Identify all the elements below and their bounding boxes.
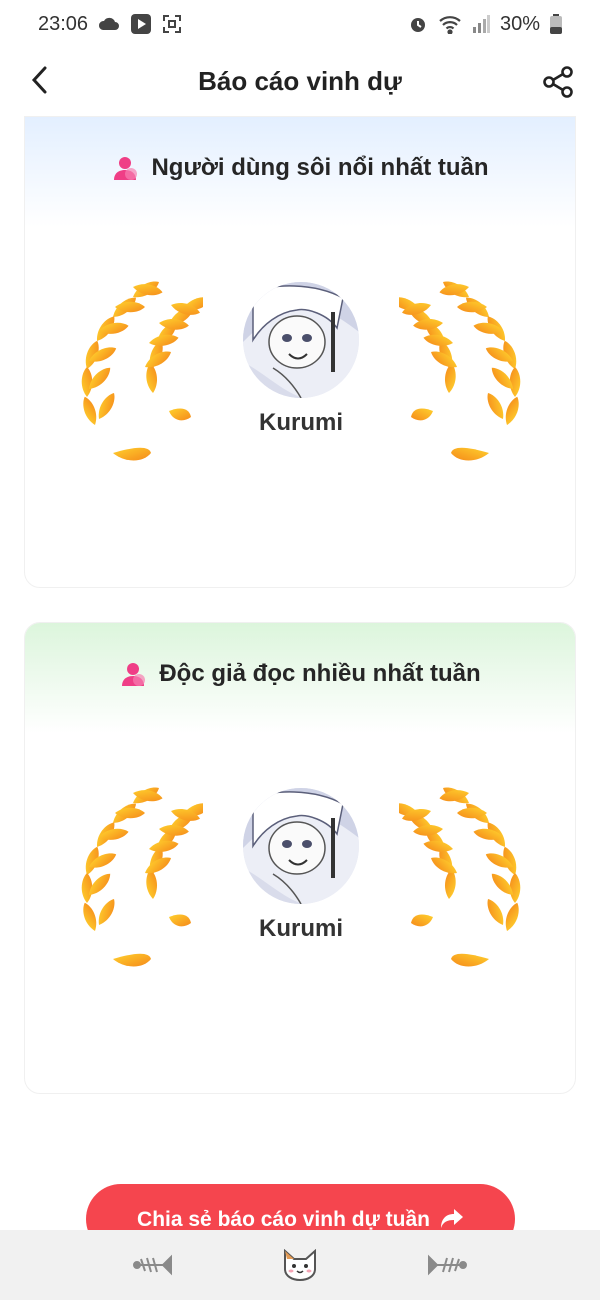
card-title: Độc giả đọc nhiều nhất tuần — [159, 660, 481, 687]
laurel-right-icon — [399, 783, 529, 973]
user-icon — [111, 154, 139, 182]
winner-block: Kurumi — [25, 277, 576, 467]
tab-center[interactable] — [270, 1240, 330, 1290]
winner-block: Kurumi — [25, 783, 576, 973]
share-button[interactable] — [538, 62, 578, 102]
alarm-icon — [408, 14, 428, 34]
screenshot-icon — [162, 14, 182, 34]
tab-right[interactable] — [417, 1240, 477, 1290]
user-icon — [119, 660, 147, 688]
card-title: Người dùng sôi nổi nhất tuần — [151, 154, 489, 181]
status-time: 23:06 — [38, 12, 89, 35]
laurel-right-icon — [399, 277, 529, 467]
battery-percent: 30% — [499, 12, 540, 35]
share-icon — [543, 66, 573, 98]
laurel-left-icon — [73, 783, 203, 973]
honor-card-top-reader: Độc giả đọc nhiều nhất tuần Kurumi — [24, 622, 576, 1094]
card-header: Độc giả đọc nhiều nhất tuần — [25, 623, 575, 733]
avatar[interactable] — [243, 788, 359, 904]
app-header: Báo cáo vinh dự — [0, 48, 600, 114]
share-report-label: Chia sẻ báo cáo vinh dự tuần — [137, 1208, 430, 1231]
bottom-nav — [0, 1230, 600, 1300]
cat-face-icon — [283, 1249, 316, 1281]
fish-bone-icon — [133, 1254, 173, 1276]
chevron-left-icon — [31, 66, 47, 94]
honor-card-active-user: Người dùng sôi nổi nhất tuần Kurumi — [24, 116, 576, 588]
wifi-icon — [438, 14, 462, 34]
laurel-left-icon — [73, 277, 203, 467]
fish-bone-icon — [427, 1254, 467, 1276]
avatar[interactable] — [243, 282, 359, 398]
signal-icon — [472, 15, 490, 33]
status-bar: 23:06 30% — [0, 0, 600, 48]
cloud-icon — [98, 17, 120, 31]
tab-left[interactable] — [123, 1240, 183, 1290]
card-header: Người dùng sôi nổi nhất tuần — [25, 117, 575, 227]
media-icon — [130, 13, 152, 35]
page-title: Báo cáo vinh dự — [198, 65, 402, 96]
battery-icon — [550, 14, 562, 34]
back-button[interactable] — [22, 62, 58, 98]
share-arrow-icon — [440, 1209, 463, 1228]
